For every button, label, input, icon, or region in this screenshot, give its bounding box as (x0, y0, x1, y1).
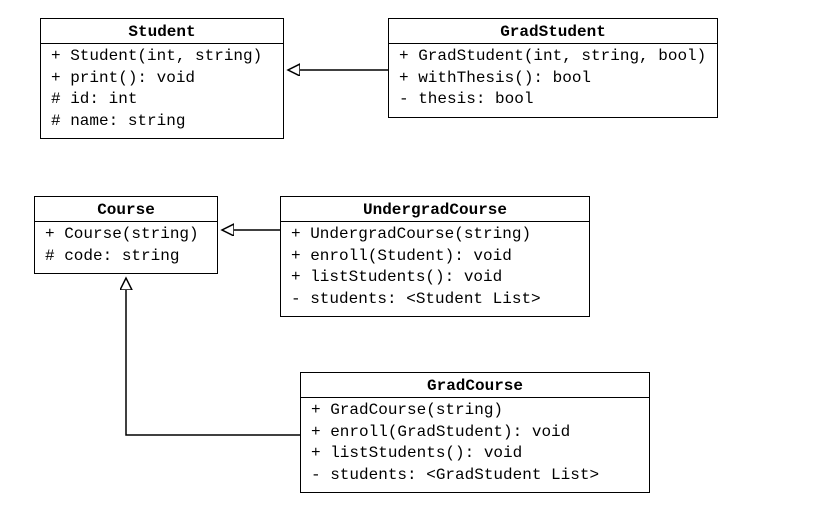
member: + listStudents(): void (311, 443, 643, 465)
class-course: Course + Course(string) # code: string (34, 196, 218, 274)
class-gradcourse: GradCourse + GradCourse(string) + enroll… (300, 372, 650, 493)
inheritance-gradcourse-course (126, 278, 300, 435)
member: + UndergradCourse(string) (291, 224, 583, 246)
member: - students: <Student List> (291, 289, 583, 311)
member: # id: int (51, 89, 277, 111)
class-student: Student + Student(int, string) + print()… (40, 18, 284, 139)
member: + Student(int, string) (51, 46, 277, 68)
class-student-title: Student (41, 19, 283, 44)
uml-diagram: Student + Student(int, string) + print()… (0, 0, 813, 525)
member: + GradCourse(string) (311, 400, 643, 422)
member: + print(): void (51, 68, 277, 90)
member: + enroll(GradStudent): void (311, 422, 643, 444)
class-course-body: + Course(string) # code: string (35, 222, 217, 273)
class-student-body: + Student(int, string) + print(): void #… (41, 44, 283, 138)
class-undergradcourse: UndergradCourse + UndergradCourse(string… (280, 196, 590, 317)
class-undergradcourse-body: + UndergradCourse(string) + enroll(Stude… (281, 222, 589, 316)
class-gradstudent-body: + GradStudent(int, string, bool) + withT… (389, 44, 717, 117)
class-gradcourse-body: + GradCourse(string) + enroll(GradStuden… (301, 398, 649, 492)
member: + GradStudent(int, string, bool) (399, 46, 711, 68)
member: + Course(string) (45, 224, 211, 246)
member: # name: string (51, 111, 277, 133)
class-gradstudent-title: GradStudent (389, 19, 717, 44)
member: - students: <GradStudent List> (311, 465, 643, 487)
member: + withThesis(): bool (399, 68, 711, 90)
class-undergradcourse-title: UndergradCourse (281, 197, 589, 222)
class-course-title: Course (35, 197, 217, 222)
member: # code: string (45, 246, 211, 268)
member: - thesis: bool (399, 89, 711, 111)
class-gradstudent: GradStudent + GradStudent(int, string, b… (388, 18, 718, 118)
member: + enroll(Student): void (291, 246, 583, 268)
member: + listStudents(): void (291, 267, 583, 289)
class-gradcourse-title: GradCourse (301, 373, 649, 398)
